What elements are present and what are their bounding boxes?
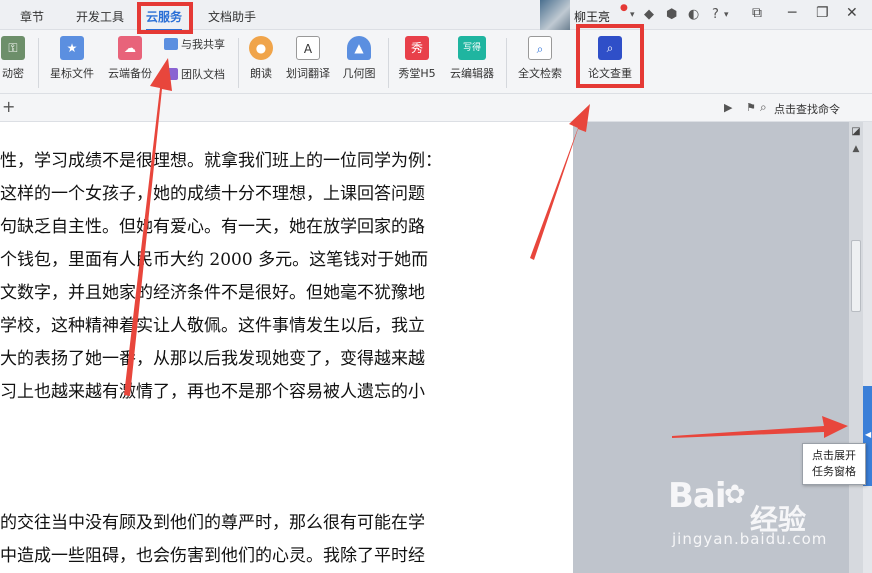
doc-line: 中造成一些阻碍，也会伤害到他们的心灵。我除了平时经 [0, 546, 425, 566]
document-search-icon: ⌕ [528, 36, 552, 60]
team-icon [164, 68, 178, 80]
read-aloud-button[interactable]: ● 朗读 [244, 34, 278, 90]
doc-line: 的交往当中没有顾及到他们的尊严时，那么很有可能在学 [0, 513, 425, 533]
cloud-editor-button[interactable]: 写得 云编辑器 [446, 34, 498, 90]
star-files-button[interactable]: ★ 星标文件 [46, 34, 98, 90]
document-page[interactable]: 性，学习成绩不是很理想。就拿我们班上的一位同学为例： 这样的一个女孩子，她的成绩… [0, 122, 573, 573]
divider [38, 38, 39, 88]
doc-line: 这样的一个女孩子，她的成绩十分不理想，上课回答问题 [0, 184, 425, 204]
doc-line: 句缺乏自主性。但她有爱心。有一天，她在放学回家的路 [0, 217, 425, 237]
tab-developer-tools[interactable]: 开发工具 [76, 8, 124, 25]
skin-icon[interactable]: ◐ [688, 7, 699, 22]
geometry-shape-icon: ▲ [347, 36, 371, 60]
highlight-box-paper-check [576, 24, 644, 88]
paw-icon: ✿ [724, 480, 746, 510]
baidu-watermark: Bai ✿ 经验 jingyan.baidu.com [668, 476, 828, 548]
doc-line: 性，学习成绩不是很理想。就拿我们班上的一位同学为例： [0, 151, 442, 171]
editor-icon: 写得 [458, 36, 486, 60]
xiutang-h5-button[interactable]: 秀 秀堂H5 [394, 34, 440, 90]
flag-icon[interactable]: ⚑ [746, 101, 756, 114]
baidu-logo: Bai [668, 476, 727, 516]
cloud-icon: ☁ [118, 36, 142, 60]
shield-icon[interactable]: ◆ [644, 7, 654, 22]
fulltext-search-button[interactable]: ⌕ 全文检索 [514, 34, 566, 90]
doc-line: 习上也越来越有激情了，再也不是那个容易被人遗忘的小 [0, 382, 425, 402]
expand-left-icon: ◀ [865, 430, 872, 439]
add-tab-icon[interactable]: + [2, 97, 15, 116]
share-icon [164, 38, 178, 50]
doc-line: 文数字，并且她家的经济条件不是很好。但她毫不犹豫地 [0, 283, 425, 303]
close-icon[interactable]: ✕ [846, 5, 858, 21]
split-view-icon[interactable]: ◪ [849, 126, 863, 137]
command-subbar: + ▶ ⚑ ⌕ 点击查找命令 [0, 94, 872, 122]
doc-line: 大的表扬了她一番，从那以后我发现她变了，变得越来越 [0, 349, 425, 369]
ribbon-toolbar: ⚿ 动密 ★ 星标文件 ☁ 云端备份 与我共享 团队文档 ● 朗读 A 划词翻译… [0, 30, 872, 94]
xiutang-icon: 秀 [405, 36, 429, 60]
minimize-icon[interactable]: ─ [788, 5, 796, 21]
doc-line: 个钱包，里面有人民币大约 2000 多元。这笔钱对于她而 [0, 250, 429, 270]
maximize-icon[interactable]: ❐ [816, 5, 829, 21]
team-docs-button[interactable]: 团队文档 [164, 66, 225, 82]
divider [388, 38, 389, 88]
help-icon[interactable]: ? [712, 7, 719, 22]
scroll-thumb[interactable] [851, 240, 861, 312]
help-dropdown-icon[interactable]: ▾ [724, 10, 729, 20]
username[interactable]: 柳王亮 [574, 8, 610, 25]
video-icon[interactable]: ▶ [724, 101, 732, 114]
encrypt-button[interactable]: ⚿ 动密 [0, 34, 28, 90]
menu-tab-bar: 章节 开发工具 云服务 文档助手 柳王亮 ● ▾ ◆ ⬢ ◐ ? ▾ ⧉ ─ ❐… [0, 0, 872, 31]
hexagon-icon[interactable]: ⬢ [666, 7, 677, 22]
restore-window-icon[interactable]: ⧉ [752, 5, 762, 21]
microphone-icon: ● [249, 36, 273, 60]
tab-chapter[interactable]: 章节 [20, 8, 44, 25]
highlight-box-cloud-tab [137, 2, 193, 34]
star-folder-icon: ★ [60, 36, 84, 60]
cloud-backup-button[interactable]: ☁ 云端备份 [104, 34, 156, 90]
avatar[interactable] [540, 0, 570, 30]
lock-icon: ⚿ [1, 36, 25, 60]
tab-document-assistant[interactable]: 文档助手 [208, 8, 256, 25]
geometry-button[interactable]: ▲ 几何图 [338, 34, 380, 90]
find-command-input[interactable]: 点击查找命令 [774, 101, 840, 117]
search-icon: ⌕ [760, 100, 767, 114]
divider [506, 38, 507, 88]
share-with-me-button[interactable]: 与我共享 [164, 36, 225, 52]
chevron-down-icon[interactable]: ▾ [630, 10, 635, 20]
scroll-up-icon[interactable]: ▲ [849, 144, 863, 154]
translate-icon: A [296, 36, 320, 60]
doc-line: 学校，这种精神着实让人敬佩。这件事情发生以后，我立 [0, 316, 425, 336]
notification-dot-icon: ● [620, 3, 628, 13]
word-translate-button[interactable]: A 划词翻译 [282, 34, 334, 90]
divider [238, 38, 239, 88]
